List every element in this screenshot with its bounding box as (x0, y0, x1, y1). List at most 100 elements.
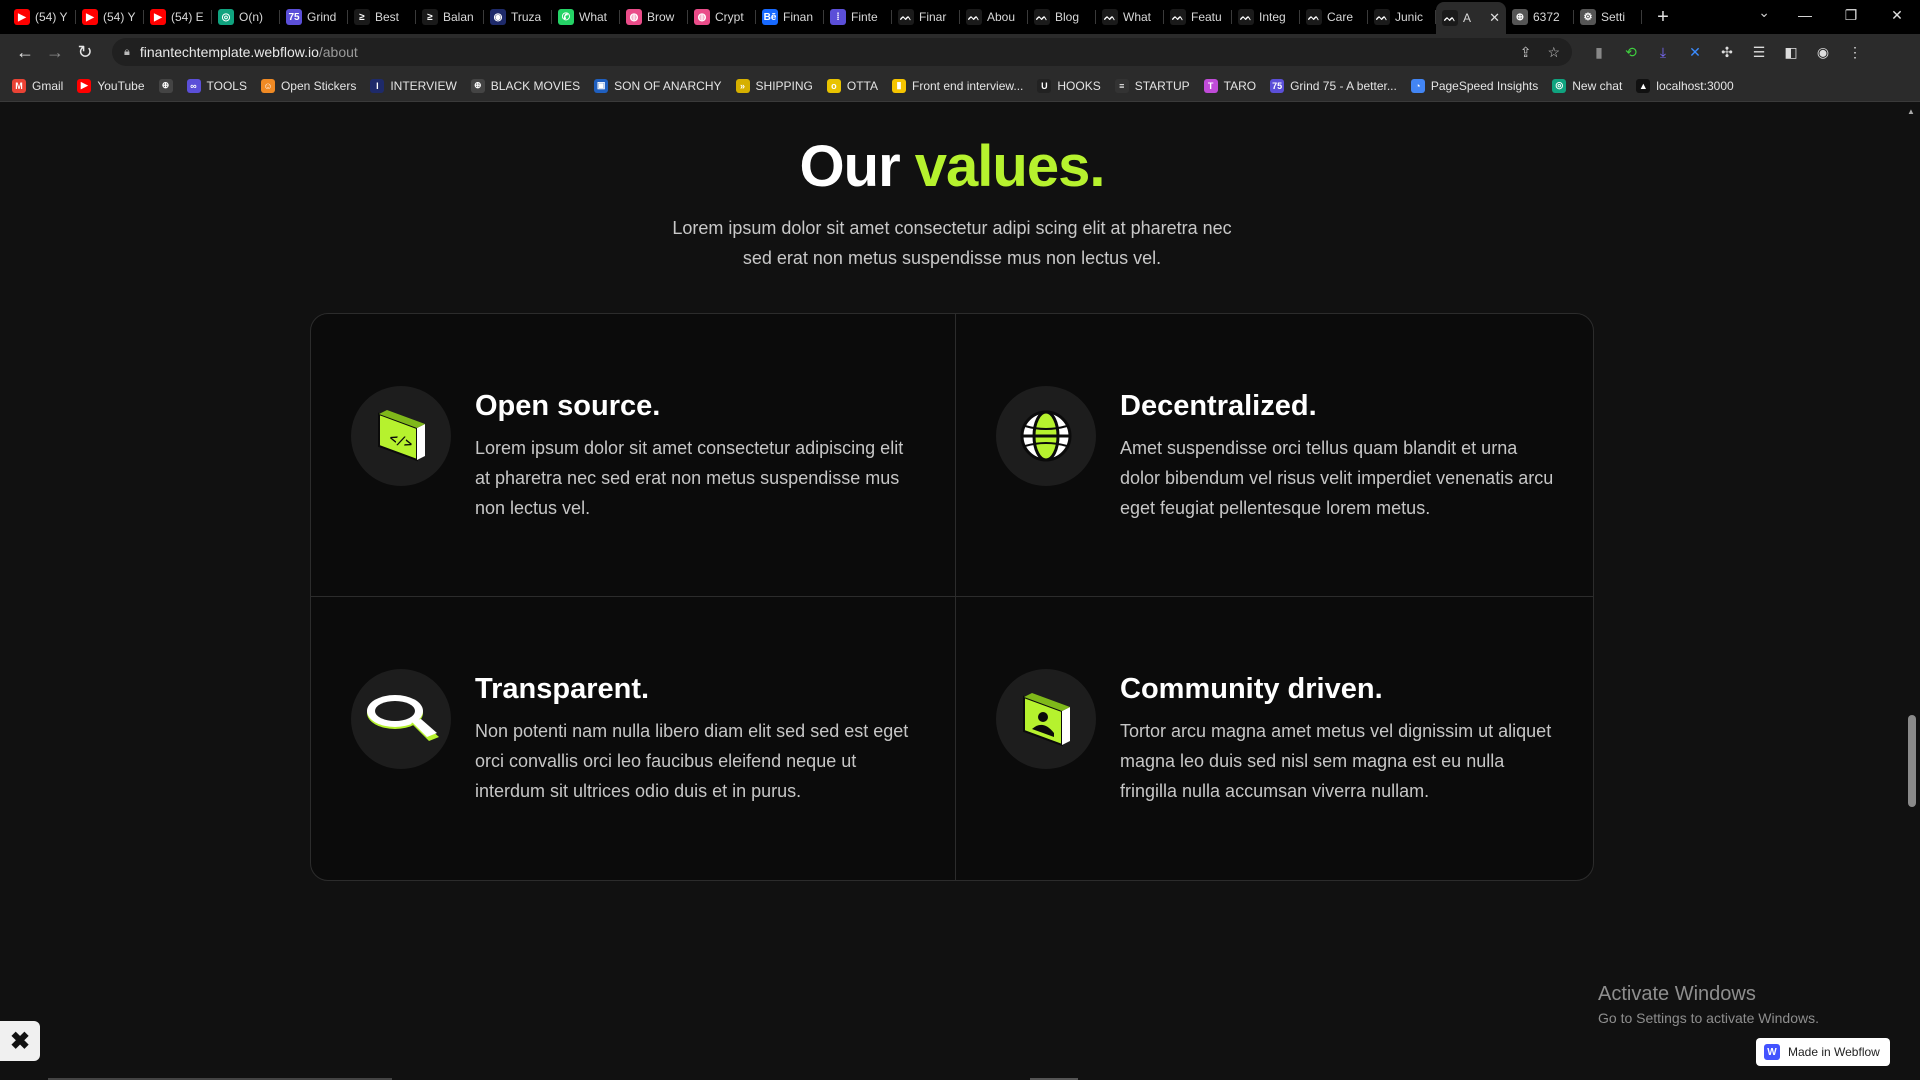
browser-tab[interactable]: ⁞ Finte (824, 2, 892, 32)
value-card-community-driven: Community driven. Tortor arcu magna amet… (956, 597, 1593, 880)
tab-favicon-icon: ▶ (82, 9, 98, 25)
restore-icon[interactable]: ❐ (1828, 0, 1874, 30)
browser-tab[interactable]: ≥ Balan (416, 2, 484, 32)
tab-title: (54) Y (35, 10, 68, 24)
bookmark-item[interactable]: U HOOKS (1037, 78, 1101, 93)
tab-favicon-icon: ᨓ (1306, 9, 1322, 25)
value-card-open-source: </> Open source. Lorem ipsum dolor sit a… (311, 314, 956, 597)
browser-toolbar: ← → ↻ 🔒︎ finantechtemplate.webflow.io/ab… (0, 34, 1920, 70)
tab-title: A (1463, 11, 1472, 25)
reload-icon[interactable]: ↻ (70, 38, 100, 66)
tab-title: What (579, 10, 608, 24)
menu-kebab-icon[interactable]: ⋮ (1846, 43, 1864, 61)
tab-favicon-icon: ᨓ (1442, 10, 1458, 26)
bookmark-item[interactable]: T TARO (1203, 78, 1256, 93)
url-path: /about (318, 44, 358, 60)
tab-strip: ▶ (54) Y ▶ (54) Y ▶ (54) E ◎ O(n) 75 Grind ≥ Best ≥ B… (0, 0, 1920, 34)
bookmark-item[interactable]: ▶ YouTube (77, 78, 145, 93)
tab-favicon-icon: ≥ (422, 9, 438, 25)
user-card-icon (996, 669, 1096, 769)
share-icon[interactable]: ⇪ (1520, 44, 1532, 61)
extension-blue-x-icon[interactable]: ✕ (1686, 43, 1704, 61)
browser-tab[interactable]: ⊕ 6372 (1506, 2, 1574, 32)
tab-search-chevron-icon[interactable]: ⌄ (1758, 4, 1770, 21)
browser-tab[interactable]: ◉ Truza (484, 2, 552, 32)
bookmark-favicon-icon: 75 (1270, 78, 1285, 93)
back-arrow-icon[interactable]: ← (10, 38, 40, 66)
bookmark-item[interactable]: I INTERVIEW (370, 78, 457, 93)
extensions-puzzle-icon[interactable]: ✣ (1718, 43, 1736, 61)
reading-list-icon[interactable]: ☰ (1750, 43, 1768, 61)
profile-avatar-icon[interactable]: ◉ (1814, 43, 1832, 61)
tab-title: Junic (1395, 10, 1424, 24)
browser-tab[interactable]: Bē Finan (756, 2, 824, 32)
bookmark-item[interactable]: ≡ STARTUP (1114, 78, 1190, 93)
forward-arrow-icon[interactable]: → (40, 38, 70, 66)
bookmark-item[interactable]: » SHIPPING (735, 78, 813, 93)
browser-tab-active[interactable]: ᨓ A ✕ (1436, 2, 1506, 34)
browser-tab[interactable]: 75 Grind (280, 2, 348, 32)
browser-tab[interactable]: ◎ O(n) (212, 2, 280, 32)
activate-windows-overlay: Activate Windows Go to Settings to activ… (1598, 983, 1819, 1026)
bookmark-favicon-icon: » (735, 78, 750, 93)
browser-tab[interactable]: ⚙ Setti (1574, 2, 1642, 32)
tab-title: Grind (307, 10, 337, 24)
bookmark-item[interactable]: 75 Grind 75 - A better... (1270, 78, 1397, 93)
activate-subtitle: Go to Settings to activate Windows. (1598, 1010, 1819, 1026)
browser-tab[interactable]: ᨓ Care (1300, 2, 1368, 32)
side-panel-icon[interactable]: ◧ (1782, 43, 1800, 61)
browser-tab[interactable]: ᨓ What (1096, 2, 1164, 32)
bookmark-item[interactable]: M Gmail (12, 78, 64, 93)
tab-favicon-icon: ᨓ (1374, 9, 1390, 25)
made-in-webflow-badge[interactable]: W Made in Webflow (1756, 1038, 1890, 1066)
close-window-icon[interactable]: ✕ (1874, 0, 1920, 30)
browser-tab[interactable]: ᨓ Abou (960, 2, 1028, 32)
address-bar[interactable]: 🔒︎ finantechtemplate.webflow.io/about ⇪ … (112, 38, 1572, 66)
extension-download-icon[interactable]: ⤓ (1654, 43, 1672, 61)
tab-close-icon[interactable]: ✕ (1489, 10, 1500, 26)
browser-tab[interactable]: ᨓ Finar (892, 2, 960, 32)
bookmark-item[interactable]: ▣ SON OF ANARCHY (594, 78, 722, 93)
tab-title: Setti (1601, 10, 1626, 24)
browser-tab[interactable]: ◍ Crypt (688, 2, 756, 32)
new-tab-plus-icon[interactable]: + (1648, 2, 1678, 32)
browser-tab[interactable]: ᨓ Blog (1028, 2, 1096, 32)
browser-tab[interactable]: ✆ What (552, 2, 620, 32)
minimize-icon[interactable]: — (1782, 0, 1828, 30)
tab-title: What (1123, 10, 1152, 24)
bookmark-item[interactable]: ☺ Open Stickers (260, 78, 356, 93)
browser-tab[interactable]: ᨓ Junic (1368, 2, 1436, 32)
heading-prefix: Our (799, 134, 901, 199)
browser-tab[interactable]: ▶ (54) E (144, 2, 212, 32)
scroll-up-icon[interactable]: ▲ (1907, 107, 1915, 116)
vertical-scrollbar[interactable]: ▲ (1904, 103, 1920, 1080)
browser-tab[interactable]: ▶ (54) Y (8, 2, 76, 32)
bookmark-label: Gmail (32, 78, 64, 93)
tab-favicon-icon: ◍ (626, 9, 642, 25)
scrollbar-thumb[interactable] (1908, 715, 1916, 807)
bookmark-favicon-icon: I (370, 78, 385, 93)
bookmark-item[interactable]: o OTTA (826, 78, 878, 93)
bookmark-star-icon[interactable]: ☆ (1547, 44, 1560, 61)
bookmark-item[interactable]: ⊕ BLACK MOVIES (470, 78, 580, 93)
bookmark-item[interactable]: ⊕ (158, 78, 173, 93)
bookmark-item[interactable]: ◎ New chat (1552, 78, 1622, 93)
browser-tab[interactable]: ◍ Brow (620, 2, 688, 32)
bookmark-item[interactable]: ◔ PageSpeed Insights (1410, 78, 1538, 93)
lock-icon[interactable]: 🔒︎ (124, 46, 130, 59)
tab-title: Care (1327, 10, 1354, 24)
tab-favicon-icon: ✆ (558, 9, 574, 25)
bookmark-label: SON OF ANARCHY (614, 78, 722, 93)
close-x-icon[interactable]: ✖ (0, 1021, 40, 1061)
bookmark-item[interactable]: ▲ localhost:3000 (1636, 78, 1734, 93)
bookmark-item[interactable]: ∞ TOOLS (186, 78, 247, 93)
code-card-icon: </> (351, 386, 451, 486)
browser-tab[interactable]: ᨓ Featu (1164, 2, 1232, 32)
browser-tab[interactable]: ≥ Best (348, 2, 416, 32)
extension-green-icon[interactable]: ⟲ (1622, 43, 1640, 61)
browser-tab[interactable]: ᨓ Integ (1232, 2, 1300, 32)
extension-gray-icon[interactable]: ▮ (1590, 43, 1608, 61)
bookmark-item[interactable]: ▮ Front end interview... (892, 78, 1023, 93)
tab-title: Balan (443, 10, 474, 24)
browser-tab[interactable]: ▶ (54) Y (76, 2, 144, 32)
